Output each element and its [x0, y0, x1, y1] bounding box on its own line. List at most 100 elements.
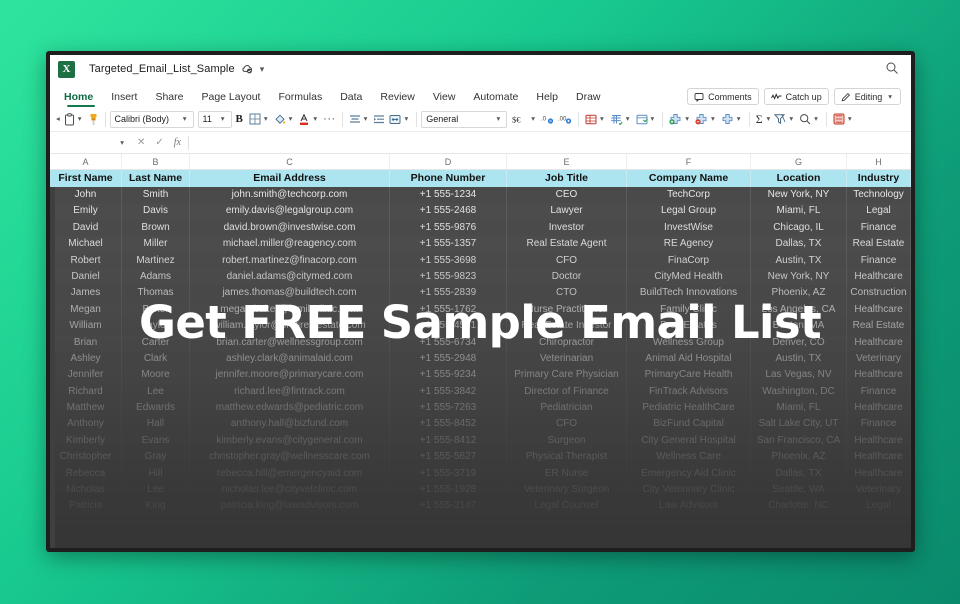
table-cell[interactable]: Doctor — [507, 268, 627, 286]
table-cell[interactable]: robert.martinez@finacorp.com — [190, 252, 390, 269]
table-cell[interactable]: +1 555-8412 — [390, 432, 507, 450]
table-cell[interactable]: New York, NY — [751, 187, 847, 204]
table-cell[interactable]: Miami, FL — [751, 203, 847, 220]
table-cell[interactable]: Surgeon — [507, 432, 627, 450]
merge-cells-button[interactable]: ▾ — [387, 110, 412, 129]
table-cell[interactable]: Rebecca — [50, 465, 122, 483]
table-cell[interactable]: BizFund Capital — [627, 416, 751, 433]
table-cell[interactable]: Legal — [847, 498, 911, 515]
fill-color-button[interactable]: ▾ — [272, 110, 297, 129]
table-cell[interactable]: David — [50, 219, 122, 237]
table-cell[interactable]: jennifer.moore@primarycare.com — [190, 367, 390, 384]
table-cell[interactable]: Smith — [122, 187, 190, 204]
table-cell[interactable]: Finance — [847, 416, 911, 433]
table-cell[interactable]: patricia.king@lawadvisors.com — [190, 498, 390, 515]
table-cell[interactable]: Seattle, WA — [751, 482, 847, 499]
table-cell[interactable]: Director of Finance — [507, 383, 627, 401]
table-cell[interactable]: San Francisco, CA — [751, 432, 847, 450]
table-cell[interactable]: Lawyer — [507, 203, 627, 220]
table-cell[interactable]: Salt Lake City, UT — [751, 416, 847, 433]
table-cell[interactable]: Phoenix, AZ — [751, 449, 847, 466]
align-button[interactable]: ▾ — [347, 110, 372, 129]
table-cell[interactable]: Finance — [847, 252, 911, 269]
table-cell[interactable]: +1 555-3698 — [390, 252, 507, 269]
table-row[interactable]: Ashley Clark ashley.clark@animalaid.com +1 … — [50, 350, 911, 368]
table-cell[interactable]: +1 555-3719 — [390, 465, 507, 483]
chevron-down-icon[interactable]: ▾ — [76, 115, 84, 123]
catch-up-button[interactable]: Catch up — [763, 88, 829, 105]
table-cell[interactable]: TechCorp — [627, 187, 751, 204]
table-cell[interactable]: Emergency Aid Clinic — [627, 465, 751, 483]
table-cell[interactable]: +1 555-5627 — [390, 449, 507, 466]
chevron-down-icon[interactable]: ▾ — [886, 93, 894, 101]
table-cell[interactable]: New York, NY — [751, 268, 847, 286]
table-cell[interactable]: CFO — [507, 416, 627, 433]
table-row[interactable]: Christopher Gray christopher.gray@wellness… — [50, 449, 911, 466]
table-cell[interactable]: Matthew — [50, 400, 122, 417]
table-cell[interactable]: +1 555-1928 — [390, 482, 507, 499]
chevron-down-icon[interactable]: ▾ — [765, 115, 773, 123]
chevron-down-icon[interactable]: ▾ — [598, 115, 606, 123]
table-cell[interactable]: +1 555-7263 — [390, 400, 507, 417]
tab-help[interactable]: Help — [527, 91, 567, 107]
autosum-button[interactable]: Σ — [754, 110, 765, 129]
comments-button[interactable]: Comments — [687, 88, 759, 105]
table-cell[interactable]: Austin, TX — [751, 252, 847, 269]
table-cell[interactable]: FinTrack Advisors — [627, 383, 751, 401]
table-cell[interactable]: Real Estate Agent — [507, 236, 627, 253]
sort-filter-button[interactable]: ▾ — [772, 110, 797, 129]
cloud-saved-icon[interactable] — [241, 63, 253, 75]
chevron-down-icon[interactable]: ▾ — [260, 64, 265, 75]
table-cell[interactable]: Legal Group — [627, 203, 751, 220]
table-cell[interactable]: Animal Aid Hospital — [627, 350, 751, 368]
font-size-select[interactable]: 11 ▾ — [197, 110, 232, 128]
table-cell[interactable]: Kimberly — [50, 432, 122, 450]
currency-button[interactable]: $€ ▾ — [510, 110, 539, 129]
column-header-d[interactable]: D — [390, 154, 507, 169]
table-row[interactable]: Daniel Adams daniel.adams@citymed.com +1 55… — [50, 268, 911, 286]
table-cell[interactable]: RE Agency — [627, 236, 751, 253]
chevron-down-icon[interactable]: ▾ — [494, 115, 502, 123]
table-cell[interactable]: Finance — [847, 219, 911, 237]
table-cell[interactable]: +1 555-2468 — [390, 203, 507, 220]
table-cell[interactable]: matthew.edwards@pediatric.com — [190, 400, 390, 417]
table-cell[interactable]: Healthcare — [847, 400, 911, 417]
chevron-down-icon[interactable]: ▾ — [118, 139, 126, 147]
table-cell[interactable]: City Veterinary Clinic — [627, 482, 751, 499]
table-row[interactable]: Patricia King patricia.king@lawadvisors.co… — [50, 498, 911, 515]
insert-cells-button[interactable]: ▾ — [667, 110, 693, 129]
table-cell[interactable]: Evans — [122, 432, 190, 450]
table-cell[interactable]: InvestWise — [627, 219, 751, 237]
chevron-down-icon[interactable]: ▾ — [287, 115, 295, 123]
ribbon-scroll-left-icon[interactable]: ◂ — [54, 115, 62, 123]
chevron-down-icon[interactable]: ▾ — [402, 115, 410, 123]
table-cell[interactable]: Edwards — [122, 400, 190, 417]
column-header-f[interactable]: F — [627, 154, 751, 169]
format-as-table-button[interactable]: ▾ — [608, 110, 634, 129]
table-row[interactable]: Robert Martinez robert.martinez@finacorp.c… — [50, 252, 911, 269]
chevron-down-icon[interactable]: ▾ — [624, 115, 632, 123]
table-cell[interactable]: Martinez — [122, 252, 190, 269]
table-cell[interactable]: daniel.adams@citymed.com — [190, 268, 390, 286]
table-row[interactable]: Matthew Edwards matthew.edwards@pediatric.… — [50, 400, 911, 417]
table-row[interactable]: Kimberly Evans kimberly.evans@citygeneral.… — [50, 432, 911, 450]
decrease-decimal-button[interactable]: .0 — [539, 110, 556, 129]
table-cell[interactable]: Healthcare — [847, 268, 911, 286]
table-cell[interactable]: +1 555-9823 — [390, 268, 507, 286]
table-row[interactable]: John Smith john.smith@techcorp.com +1 555-1… — [50, 187, 911, 204]
chevron-down-icon[interactable]: ▾ — [683, 115, 691, 123]
table-cell[interactable]: Las Vegas, NV — [751, 367, 847, 384]
chevron-down-icon[interactable]: ▾ — [311, 115, 319, 123]
table-cell[interactable]: PrimaryCare Health — [627, 367, 751, 384]
tab-home[interactable]: Home — [60, 91, 102, 107]
table-cell[interactable]: Patricia — [50, 498, 122, 515]
table-cell[interactable]: Miller — [122, 236, 190, 253]
table-cell[interactable]: rebecca.hill@emergencyaid.com — [190, 465, 390, 483]
table-cell[interactable]: City General Hospital — [627, 432, 751, 450]
paste-button[interactable]: ▾ — [62, 110, 86, 129]
table-cell[interactable]: Pediatrician — [507, 400, 627, 417]
table-cell[interactable]: Veterinarian — [507, 350, 627, 368]
table-row[interactable]: Emily Davis emily.davis@legalgroup.com +1 5… — [50, 203, 911, 220]
column-header-b[interactable]: B — [122, 154, 190, 169]
table-cell[interactable]: Veterinary — [847, 350, 911, 368]
